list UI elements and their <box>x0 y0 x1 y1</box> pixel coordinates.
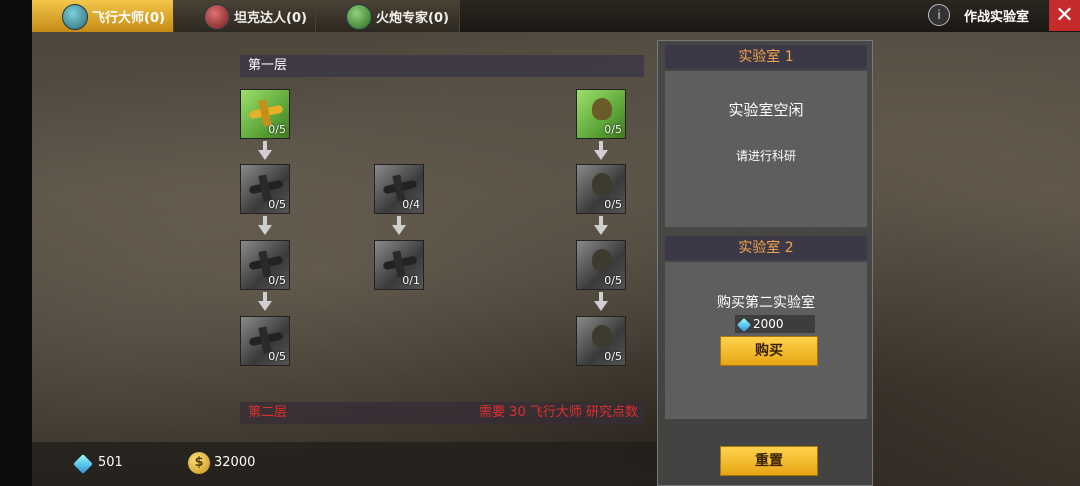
tab-flight-master[interactable]: 飞行大师(0) <box>32 0 174 32</box>
tab-tank-expert[interactable]: 坦克达人(0) <box>174 0 316 32</box>
node-progress: 0/5 <box>604 274 622 287</box>
artillery-icon <box>346 4 372 30</box>
arrow-down-icon <box>258 141 272 161</box>
node-progress: 0/1 <box>402 274 420 287</box>
gold-count: 32000 <box>214 455 256 470</box>
reset-button[interactable]: 重置 <box>720 446 818 476</box>
tech-node[interactable]: 0/5 <box>576 316 626 366</box>
tab-label: 飞行大师(0) <box>92 10 165 26</box>
tech-node[interactable]: 0/5 <box>240 240 290 290</box>
gem-icon <box>736 317 752 332</box>
lab-2-price: 2000 <box>735 315 815 333</box>
tech-node[interactable]: 0/5 <box>576 89 626 139</box>
tab-artillery-expert[interactable]: 火炮专家(0) <box>316 0 460 32</box>
lab-2-price-value: 2000 <box>753 317 784 331</box>
currency-bar: 501 $ 32000 <box>32 442 657 486</box>
tech-node[interactable]: 0/5 <box>240 316 290 366</box>
node-progress: 0/5 <box>268 123 286 136</box>
tank-icon <box>204 4 230 30</box>
lab-1-body: 实验室空闲 请进行科研 <box>665 71 867 227</box>
lab-2-title: 实验室 2 <box>665 236 867 260</box>
tech-node[interactable]: 0/5 <box>240 89 290 139</box>
buy-lab-button[interactable]: 购买 <box>720 336 818 366</box>
layer-2-header: 第二层 需要 30 飞行大师 研究点数 <box>240 402 644 424</box>
node-progress: 0/5 <box>268 198 286 211</box>
arrow-down-icon <box>594 292 608 312</box>
tech-node[interactable]: 0/5 <box>576 240 626 290</box>
lab-1-title: 实验室 1 <box>665 45 867 69</box>
layer-2-requirement: 需要 30 飞行大师 研究点数 <box>479 405 638 420</box>
layer-2-title: 第二层 <box>248 405 288 420</box>
arrow-down-icon <box>258 292 272 312</box>
node-progress: 0/5 <box>268 350 286 363</box>
tech-node[interactable]: 0/5 <box>576 164 626 214</box>
node-progress: 0/5 <box>604 123 622 136</box>
lab-2-buy-text: 购买第二实验室 <box>717 295 815 311</box>
tech-node[interactable]: 0/1 <box>374 240 424 290</box>
lab-1-hint: 请进行科研 <box>735 149 796 163</box>
gold-coin-icon: $ <box>188 452 210 474</box>
page-title: 作战实验室 <box>964 10 1030 25</box>
node-progress: 0/5 <box>604 198 622 211</box>
tab-label: 坦克达人(0) <box>234 10 307 26</box>
node-progress: 0/4 <box>402 198 420 211</box>
arrow-down-icon <box>594 216 608 236</box>
gem-count: 501 <box>98 455 123 470</box>
tech-node[interactable]: 0/4 <box>374 164 424 214</box>
lab-panel: 实验室 1 实验室空闲 请进行科研 实验室 2 购买第二实验室 2000 购买 … <box>657 40 873 486</box>
gem-icon <box>73 454 93 474</box>
lab-1-status: 实验室空闲 <box>728 101 804 119</box>
node-progress: 0/5 <box>268 274 286 287</box>
left-edge-bar <box>0 0 32 486</box>
arrow-down-icon <box>258 216 272 236</box>
plane-icon <box>62 4 88 30</box>
layer-1-header: 第一层 <box>240 55 644 77</box>
tab-label: 火炮专家(0) <box>376 10 449 26</box>
tech-node[interactable]: 0/5 <box>240 164 290 214</box>
node-progress: 0/5 <box>604 350 622 363</box>
arrow-down-icon <box>392 216 406 236</box>
lab-2-body: 购买第二实验室 2000 购买 <box>665 262 867 419</box>
info-icon[interactable]: i <box>928 4 950 26</box>
arrow-down-icon <box>594 141 608 161</box>
close-button[interactable]: ✕ <box>1049 0 1080 31</box>
